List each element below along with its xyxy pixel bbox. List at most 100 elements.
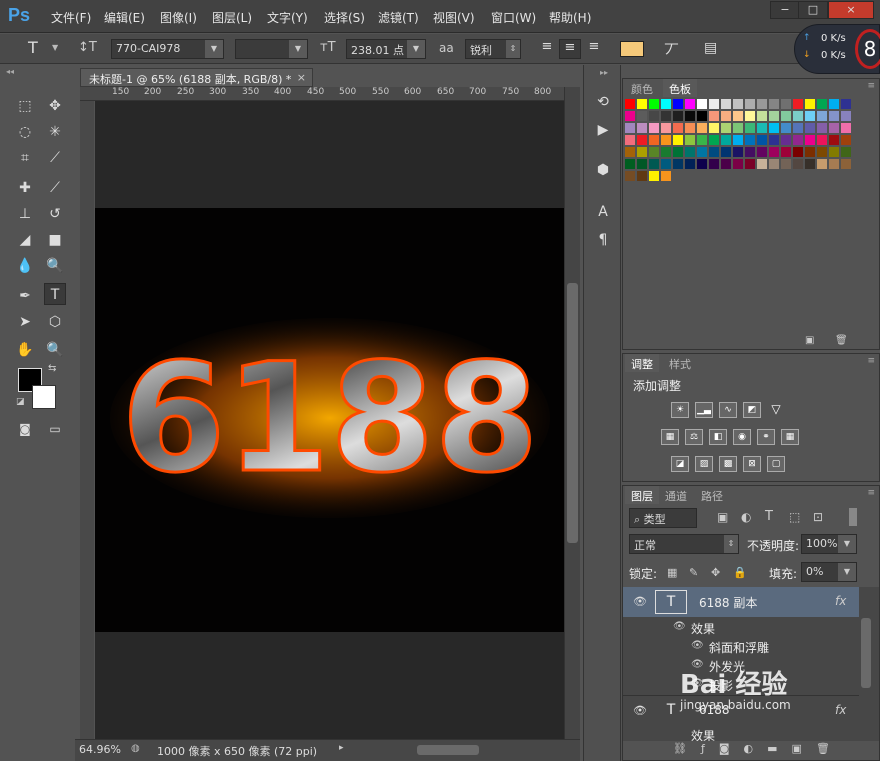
color-swatch[interactable]	[697, 135, 707, 145]
tab-adjustments[interactable]: 调整	[625, 354, 659, 372]
default-colors-icon[interactable]: ◪	[16, 397, 25, 407]
color-swatch[interactable]	[769, 111, 779, 121]
color-swatch[interactable]	[745, 123, 755, 133]
font-family-select[interactable]: 770-CAI978 ▼	[111, 39, 224, 59]
menu-edit[interactable]: 编辑(E)	[104, 9, 145, 26]
color-swatch[interactable]	[637, 147, 647, 157]
filter-pixel-icon[interactable]: ▣	[717, 510, 728, 524]
effect-row[interactable]: 👁 投影	[623, 676, 859, 694]
panel-menu-icon[interactable]: ≡	[867, 356, 875, 366]
lock-image-icon[interactable]: ✎	[689, 566, 698, 579]
color-swatch[interactable]	[817, 147, 827, 157]
color-swatch[interactable]	[721, 111, 731, 121]
color-swatch[interactable]	[745, 135, 755, 145]
color-swatch[interactable]	[757, 147, 767, 157]
color-swatch[interactable]	[817, 99, 827, 109]
lock-transparency-icon[interactable]: ▦	[667, 566, 677, 579]
color-swatch[interactable]	[757, 135, 767, 145]
color-swatch[interactable]	[625, 171, 635, 181]
color-swatch[interactable]	[721, 147, 731, 157]
history-panel-icon[interactable]: ⟲	[592, 91, 614, 113]
color-swatch[interactable]	[769, 159, 779, 169]
layer-fx-icon[interactable]: fx	[835, 594, 846, 608]
color-swatch[interactable]	[697, 99, 707, 109]
color-swatch[interactable]	[757, 99, 767, 109]
effect-row[interactable]: 👁 外发光	[623, 657, 859, 675]
color-swatch[interactable]	[781, 123, 791, 133]
delete-swatch-icon[interactable]: 🗑	[835, 335, 848, 346]
layer-filter-select[interactable]: ⌕ 类型	[629, 508, 697, 528]
layer-row[interactable]: 👁 T 6188 fx	[623, 695, 859, 725]
visibility-eye-icon[interactable]: 👁	[691, 678, 704, 689]
color-swatch[interactable]	[685, 123, 695, 133]
lock-position-icon[interactable]: ✥	[711, 566, 720, 579]
invert-icon[interactable]: ◪	[671, 456, 689, 472]
photo-filter-icon[interactable]: ◉	[733, 429, 751, 445]
color-swatch[interactable]	[805, 99, 815, 109]
color-swatch[interactable]	[709, 147, 719, 157]
actions-panel-icon[interactable]: ▶	[592, 119, 614, 141]
align-right-icon[interactable]: ≡	[584, 39, 604, 59]
text-color-swatch[interactable]	[620, 41, 644, 57]
effect-row[interactable]: 👁 斜面和浮雕	[623, 638, 859, 656]
link-layers-icon[interactable]: ⛓	[673, 742, 701, 755]
visibility-eye-icon[interactable]: 👁	[673, 621, 686, 632]
blur-tool-icon[interactable]: 💧	[14, 255, 36, 277]
color-swatch[interactable]	[661, 171, 671, 181]
move-tool-icon[interactable]: ✥	[44, 95, 66, 117]
menu-filter[interactable]: 滤镜(T)	[378, 9, 419, 26]
color-swatch[interactable]	[781, 99, 791, 109]
fill-field[interactable]: 0% ▼	[801, 562, 857, 582]
new-group-icon[interactable]: ▬	[767, 742, 791, 755]
gradient-map-icon[interactable]: ⊠	[743, 456, 761, 472]
tool-preset-chevron-icon[interactable]: ▼	[52, 43, 58, 52]
menu-file[interactable]: 文件(F)	[51, 9, 91, 26]
tab-channels[interactable]: 通道	[659, 486, 693, 504]
color-swatch[interactable]	[733, 99, 743, 109]
color-swatch[interactable]	[793, 99, 803, 109]
color-swatch[interactable]	[841, 135, 851, 145]
menu-view[interactable]: 视图(V)	[433, 9, 475, 26]
color-swatch[interactable]	[745, 111, 755, 121]
color-swatch[interactable]	[757, 159, 767, 169]
tab-swatches[interactable]: 色板	[663, 79, 697, 97]
color-swatch[interactable]	[721, 99, 731, 109]
hue-saturation-icon[interactable]: ▦	[661, 429, 679, 445]
filter-smart-object-icon[interactable]: ⊡	[813, 510, 823, 524]
color-swatch[interactable]	[661, 123, 671, 133]
status-icon[interactable]: ◍	[131, 743, 140, 754]
color-swatch[interactable]	[733, 135, 743, 145]
color-swatch[interactable]	[709, 111, 719, 121]
levels-icon[interactable]: ▁▃	[695, 402, 713, 418]
color-swatch[interactable]	[709, 123, 719, 133]
color-swatch[interactable]	[721, 135, 731, 145]
zoom-tool-icon[interactable]: 🔍	[44, 339, 66, 361]
panel-menu-icon[interactable]: ≡	[867, 488, 875, 498]
color-swatch[interactable]	[673, 111, 683, 121]
color-swatch[interactable]	[685, 159, 695, 169]
scroll-thumb[interactable]	[567, 283, 578, 543]
color-swatch[interactable]	[757, 123, 767, 133]
color-swatch[interactable]	[841, 147, 851, 157]
color-swatch[interactable]	[817, 123, 827, 133]
color-swatch[interactable]	[829, 111, 839, 121]
color-swatch[interactable]	[661, 111, 671, 121]
color-lookup-icon[interactable]: ▦	[781, 429, 799, 445]
color-swatch[interactable]	[697, 111, 707, 121]
color-swatch[interactable]	[637, 99, 647, 109]
color-swatch[interactable]	[733, 159, 743, 169]
screen-mode-icon[interactable]: ▭	[44, 418, 66, 440]
color-swatch[interactable]	[829, 135, 839, 145]
filter-adjustment-icon[interactable]: ◐	[741, 510, 751, 524]
color-swatch[interactable]	[649, 135, 659, 145]
color-swatch[interactable]	[649, 147, 659, 157]
color-swatch[interactable]	[769, 99, 779, 109]
exposure-icon[interactable]: ◩	[743, 402, 761, 418]
minimize-button[interactable]: −	[770, 1, 800, 19]
type-tool-icon[interactable]: T	[28, 38, 38, 57]
black-white-icon[interactable]: ◧	[709, 429, 727, 445]
blend-mode-select[interactable]: 正常 ⇕	[629, 534, 739, 554]
color-swatch[interactable]	[841, 123, 851, 133]
color-swatch[interactable]	[829, 123, 839, 133]
restore-button[interactable]: □	[798, 1, 828, 19]
